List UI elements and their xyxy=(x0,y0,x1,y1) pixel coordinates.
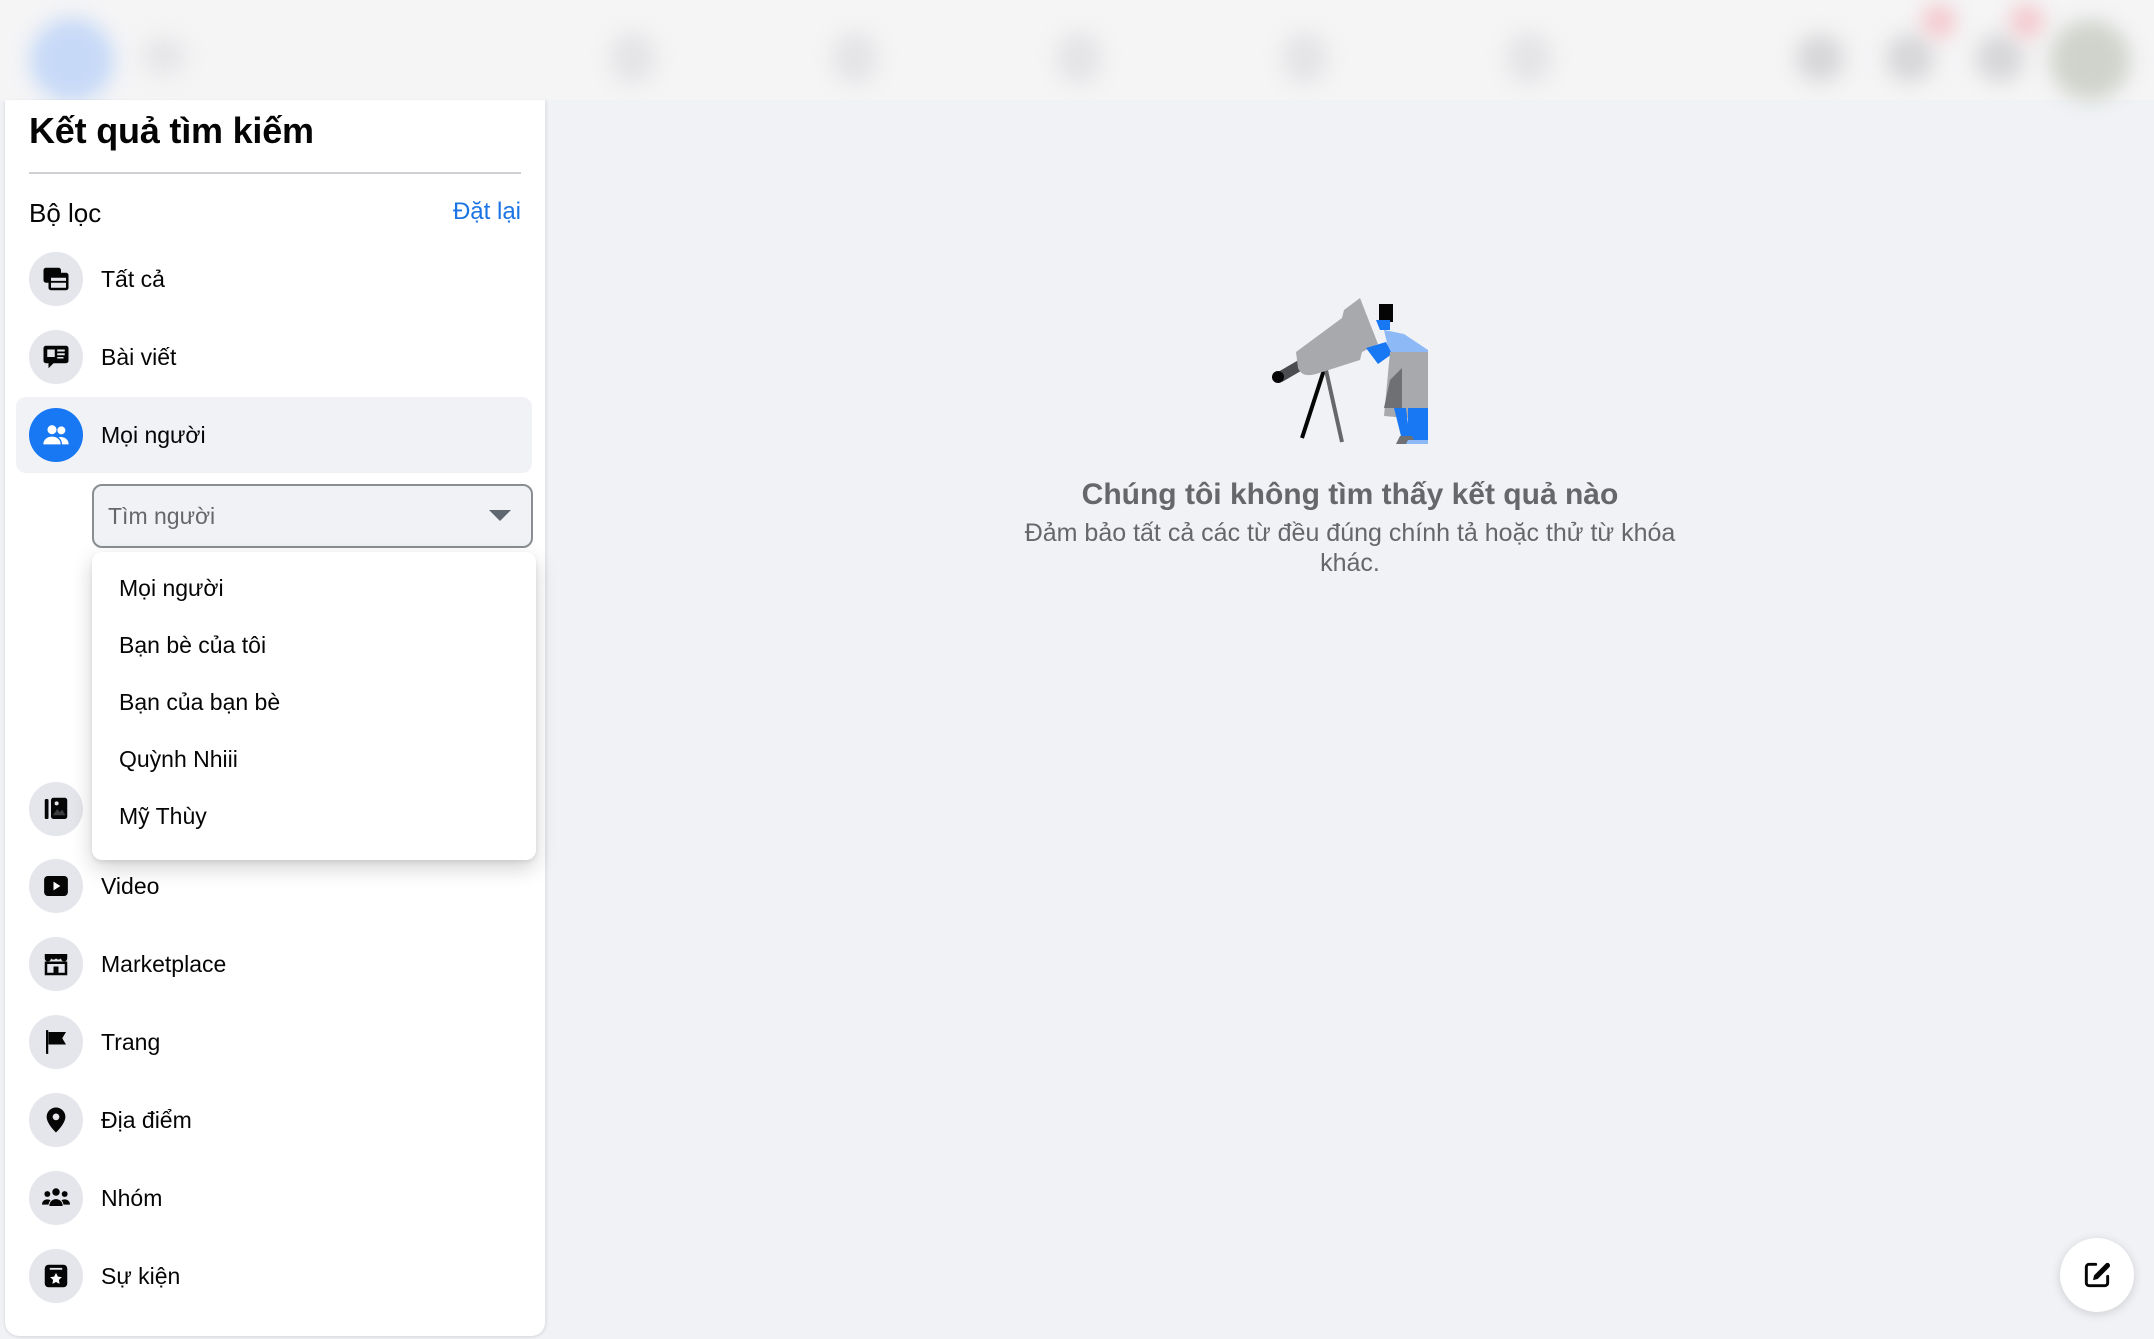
filter-item-events[interactable]: Sự kiện xyxy=(16,1238,532,1314)
people-search-input[interactable] xyxy=(108,502,468,530)
filter-item-label: Địa điểm xyxy=(101,1106,192,1133)
location-pin-icon xyxy=(29,1093,83,1147)
filters-heading: Bộ lọc xyxy=(29,198,102,228)
dropdown-option[interactable]: Bạn của bạn bè xyxy=(92,674,536,731)
people-filter-combobox[interactable] xyxy=(92,484,533,548)
filter-item-all[interactable]: Tất cả xyxy=(16,241,532,317)
marketplace-icon[interactable] xyxy=(1056,32,1102,84)
reset-filters-link[interactable]: Đặt lại xyxy=(453,198,521,226)
facebook-logo-icon[interactable] xyxy=(30,18,114,102)
filter-item-pages[interactable]: Trang xyxy=(16,1004,532,1080)
dropdown-option[interactable]: Quỳnh Nhiii xyxy=(92,731,536,788)
divider xyxy=(29,172,521,174)
filter-item-label: Trang xyxy=(101,1028,161,1055)
filter-item-label: Sự kiện xyxy=(101,1262,181,1289)
search-icon[interactable] xyxy=(142,36,186,76)
gaming-icon[interactable] xyxy=(1506,32,1552,84)
dropdown-option[interactable]: Bạn bè của tôi xyxy=(92,617,536,674)
dropdown-option[interactable]: Mọi người xyxy=(92,560,536,617)
all-results-icon xyxy=(29,252,83,306)
event-star-icon xyxy=(29,1249,83,1303)
telescope-illustration xyxy=(1272,298,1428,444)
filter-item-places[interactable]: Địa điểm xyxy=(16,1082,532,1158)
compose-icon xyxy=(2084,1262,2111,1288)
messenger-badge xyxy=(1922,4,1956,38)
groups-icon xyxy=(29,1171,83,1225)
menu-icon[interactable] xyxy=(1796,34,1844,82)
filter-item-groups[interactable]: Nhóm xyxy=(16,1160,532,1236)
filter-item-label: Tất cả xyxy=(101,265,165,292)
empty-results-title: Chúng tôi không tìm thấy kết quả nào xyxy=(1081,478,1619,511)
avatar[interactable] xyxy=(2050,20,2130,100)
filter-item-label: Marketplace xyxy=(101,950,227,977)
messenger-icon[interactable] xyxy=(1886,34,1934,82)
new-message-button[interactable] xyxy=(2060,1238,2134,1312)
chevron-down-icon[interactable] xyxy=(489,510,511,521)
filter-item-marketplace[interactable]: Marketplace xyxy=(16,926,532,1002)
dropdown-option[interactable]: Mỹ Thùy xyxy=(92,788,536,845)
home-icon[interactable] xyxy=(610,32,656,84)
filter-item-label: Mọi người xyxy=(101,421,206,448)
people-filter-dropdown: Mọi người Bạn bè của tôi Bạn của bạn bè … xyxy=(92,552,536,860)
watch-icon[interactable] xyxy=(832,32,878,84)
photos-icon xyxy=(29,782,83,836)
empty-results-subtitle: Đảm bảo tất cả các từ đều đúng chính tả … xyxy=(1024,519,1676,577)
notifications-badge xyxy=(2010,4,2044,38)
groups-icon[interactable] xyxy=(1282,32,1328,84)
top-navbar xyxy=(0,0,2154,102)
posts-icon xyxy=(29,330,83,384)
filter-item-posts[interactable]: Bài viết xyxy=(16,319,532,395)
flag-icon xyxy=(29,1015,83,1069)
filter-item-label: Video xyxy=(101,872,160,899)
search-filters-sidebar: Kết quả tìm kiếm Bộ lọc Đặt lại Tất cả B… xyxy=(5,100,546,1336)
video-icon xyxy=(29,859,83,913)
marketplace-icon xyxy=(29,937,83,991)
people-icon xyxy=(29,408,83,462)
filter-item-people[interactable]: Mọi người xyxy=(16,397,532,473)
page-title: Kết quả tìm kiếm xyxy=(29,110,314,151)
filter-item-label: Nhóm xyxy=(101,1184,163,1211)
notifications-icon[interactable] xyxy=(1976,34,2024,82)
filter-item-label: Bài viết xyxy=(101,343,177,370)
